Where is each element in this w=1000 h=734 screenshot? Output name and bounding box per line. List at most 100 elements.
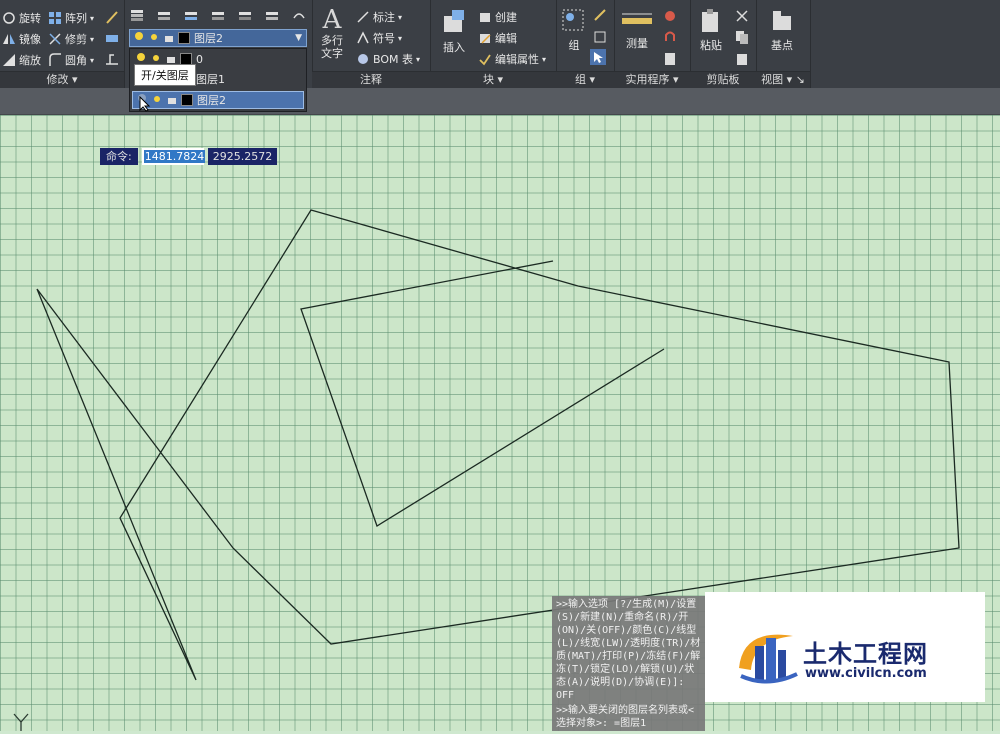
rotate-label: 旋转 [19, 12, 41, 25]
insert-block-icon [440, 8, 468, 39]
modify-panel-title[interactable]: 修改 ▾ [0, 71, 124, 88]
fillet-icon [48, 53, 62, 67]
match-properties-icon[interactable] [104, 9, 120, 25]
mirror-button[interactable]: 镜像 [2, 30, 41, 48]
group-panel-title[interactable]: 组 ▾ [556, 71, 614, 88]
calculator-icon[interactable] [662, 51, 678, 67]
color-swatch[interactable] [181, 94, 193, 106]
y-coordinate-input[interactable]: 2925.2572 [207, 148, 278, 165]
block-panel: 插入 创建 编辑 编辑属性 ▾ 块 ▾ [430, 0, 557, 88]
copy-icon[interactable] [734, 29, 750, 45]
command-line: >>输入选项 [?/生成(M)/设置(S)/新建(N)/重命名(R)/开(ON)… [556, 599, 701, 701]
edit-attributes-icon [478, 52, 492, 66]
clipboard-panel-title[interactable]: 剪贴板 [690, 71, 756, 88]
symbol-label: 符号 [373, 32, 395, 45]
paste-button[interactable]: 粘贴 [696, 8, 726, 53]
fillet-button[interactable]: 圆角 ▾ [48, 51, 94, 69]
rotate-icon [2, 11, 16, 25]
layer-isolate-icon[interactable] [184, 8, 200, 24]
layer-dropdown[interactable]: 图层2 ▼ [129, 29, 307, 47]
edit-attributes-label: 编辑属性 [495, 53, 539, 66]
layer-off-icon[interactable] [265, 8, 281, 24]
array-icon [48, 11, 62, 25]
chevron-down-icon[interactable]: ▾ [90, 35, 94, 44]
copy-link-icon[interactable] [734, 51, 750, 67]
chevron-down-icon[interactable]: ▾ [398, 34, 402, 43]
bom-table-button[interactable]: BOM 表 ▾ [356, 50, 420, 68]
dynamic-input: 命令: 1481.7824 2925.2572 [100, 148, 278, 165]
watermark-url: www.civilcn.com [805, 666, 927, 681]
base-button[interactable]: 基点 [764, 8, 800, 53]
lightbulb-icon[interactable] [134, 31, 144, 46]
view-panel: 基点 视图 ▾ ↘ [756, 0, 811, 88]
annotation-panel-title[interactable]: 注释 [312, 71, 430, 88]
measure-button[interactable]: 测量 [618, 8, 656, 51]
layer-row-selected[interactable]: 图层2 [132, 91, 304, 109]
trim-button[interactable]: 修剪 ▾ [48, 30, 94, 48]
lock-icon[interactable] [167, 93, 177, 108]
scale-button[interactable]: 缩放 [2, 51, 41, 69]
measure-label: 测量 [626, 37, 648, 50]
dimension-label: 标注 [373, 11, 395, 24]
paste-icon [699, 8, 723, 37]
create-block-button[interactable]: 创建 [478, 8, 517, 26]
trim-label: 修剪 [65, 33, 87, 46]
lock-icon[interactable] [164, 31, 174, 46]
sun-icon[interactable] [148, 31, 160, 46]
group-button[interactable]: 组 [560, 6, 588, 53]
layer-name: 图层2 [197, 94, 226, 107]
symbol-icon [356, 31, 370, 45]
layer-unisolate-icon[interactable] [211, 8, 227, 24]
trim-icon [48, 32, 62, 46]
cut-icon[interactable] [734, 8, 750, 24]
annotation-panel: A 多行 文字 标注 ▾ 符号 ▾ BOM 表 ▾ 注释 [312, 0, 431, 88]
mouse-cursor-icon [139, 95, 151, 115]
stretch-icon[interactable] [104, 30, 120, 46]
watermark-logo: 土木工程网 www.civilcn.com [705, 592, 985, 702]
ungroup-icon[interactable] [592, 7, 608, 23]
layer-state-icon[interactable] [157, 8, 173, 24]
group-label: 组 [568, 39, 580, 52]
mtext-button[interactable]: A 多行 文字 [316, 6, 348, 60]
view-panel-title[interactable]: 视图 ▾ ↘ [756, 71, 810, 88]
mirror-label: 镜像 [19, 33, 41, 46]
insert-button[interactable]: 插入 [438, 8, 470, 55]
chevron-down-icon[interactable]: ▼ [295, 33, 302, 43]
block-panel-title[interactable]: 块 ▾ [430, 71, 556, 88]
command-line: >>输入要关闭的图层名列表或<选择对象>: =图层1 [556, 705, 695, 729]
chevron-down-icon[interactable]: ▾ [542, 55, 546, 64]
layer-walk-icon[interactable] [292, 8, 308, 24]
offset-icon[interactable] [104, 51, 120, 67]
layer-name: 图层1 [196, 73, 225, 86]
layer-properties-icon[interactable] [130, 8, 146, 24]
measure-ruler-icon [620, 8, 654, 35]
edit-attributes-button[interactable]: 编辑属性 ▾ [478, 50, 546, 68]
group-icon [561, 6, 587, 37]
chevron-down-icon[interactable]: ▾ [398, 13, 402, 22]
modify-panel: 旋转 阵列 ▾ 镜像 修剪 ▾ 缩放 圆角 ▾ 修改 ▾ [0, 0, 125, 88]
edit-block-button[interactable]: 编辑 [478, 29, 517, 47]
sun-icon[interactable] [151, 93, 163, 108]
chevron-down-icon[interactable]: ▾ [416, 55, 420, 64]
base-view-icon [770, 8, 794, 37]
group-select-icon[interactable] [590, 49, 606, 65]
building-logo-icon [733, 618, 803, 693]
array-button[interactable]: 阵列 ▾ [48, 9, 94, 27]
create-label: 创建 [495, 11, 517, 24]
symbol-button[interactable]: 符号 ▾ [356, 29, 402, 47]
command-prompt-label: 命令: [100, 148, 138, 165]
layer-freeze-icon[interactable] [238, 8, 254, 24]
group-edit-icon[interactable] [592, 29, 608, 45]
insert-label: 插入 [443, 41, 465, 54]
dimension-button[interactable]: 标注 ▾ [356, 8, 402, 26]
rotate-button[interactable]: 旋转 [2, 9, 41, 27]
x-coordinate-input[interactable]: 1481.7824 [141, 148, 206, 165]
utilities-panel-title[interactable]: 实用程序 ▾ [614, 71, 690, 88]
dimension-icon [356, 10, 370, 24]
array-label: 阵列 [65, 12, 87, 25]
command-history[interactable]: >>输入选项 [?/生成(M)/设置(S)/新建(N)/重命名(R)/开(ON)… [552, 596, 705, 731]
point-style-icon[interactable] [662, 29, 678, 45]
chevron-down-icon[interactable]: ▾ [90, 56, 94, 65]
quick-select-icon[interactable] [662, 8, 678, 24]
chevron-down-icon[interactable]: ▾ [90, 14, 94, 23]
